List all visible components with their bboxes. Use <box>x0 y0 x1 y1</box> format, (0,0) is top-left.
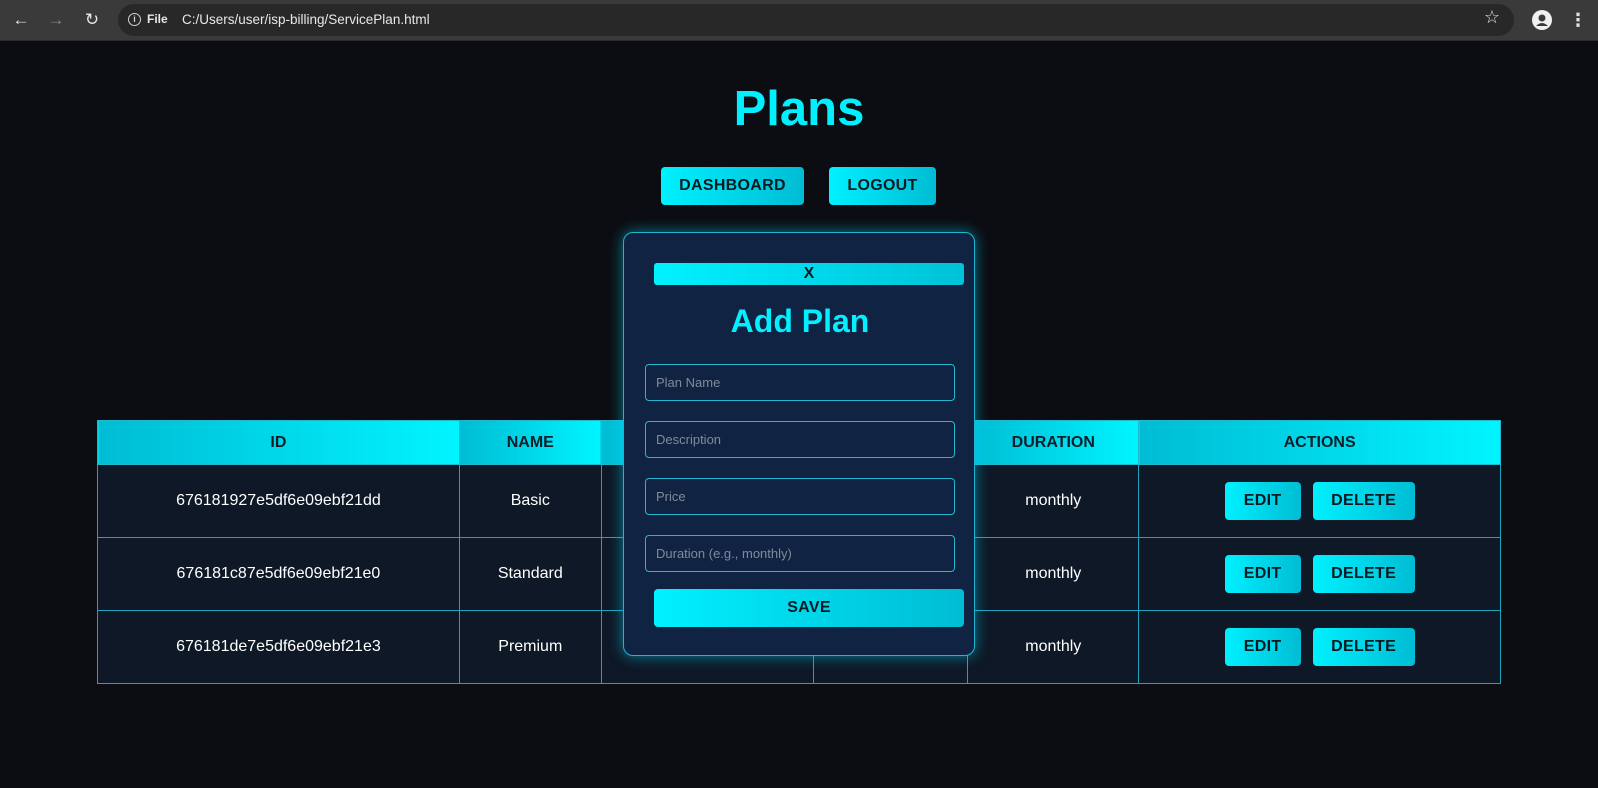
reload-icon[interactable]: ↻ <box>78 6 106 34</box>
edit-button[interactable]: EDIT <box>1224 628 1301 666</box>
cell-duration: monthly <box>967 610 1140 684</box>
save-button[interactable]: SAVE <box>654 589 964 627</box>
column-header-actions: ACTIONS <box>1138 420 1501 465</box>
info-icon[interactable]: i <box>128 13 141 26</box>
edit-button[interactable]: EDIT <box>1224 482 1301 520</box>
cell-id: 676181de7e5df6e09ebf21e3 <box>97 610 460 684</box>
column-header-name: NAME <box>458 420 602 465</box>
back-icon[interactable]: ← <box>7 6 35 34</box>
cell-actions: EDIT DELETE <box>1138 610 1501 684</box>
plan-name-input[interactable] <box>645 364 955 401</box>
forward-icon[interactable]: → <box>42 6 70 34</box>
url-text[interactable]: C:/Users/user/isp-billing/ServicePlan.ht… <box>182 12 430 27</box>
cell-name: Premium <box>458 610 602 684</box>
delete-button[interactable]: DELETE <box>1312 555 1415 593</box>
cell-duration: monthly <box>967 537 1140 611</box>
cell-duration: monthly <box>967 464 1140 538</box>
duration-input[interactable] <box>645 535 955 572</box>
delete-button[interactable]: DELETE <box>1312 482 1415 520</box>
edit-button[interactable]: EDIT <box>1224 555 1301 593</box>
bookmark-star-icon[interactable]: ☆ <box>1481 6 1503 28</box>
file-chip-label: File <box>147 12 168 26</box>
menu-kebab-icon[interactable]: ⋮ <box>1569 8 1587 32</box>
cell-id: 676181c87e5df6e09ebf21e0 <box>97 537 460 611</box>
cell-actions: EDIT DELETE <box>1138 537 1501 611</box>
description-input[interactable] <box>645 421 955 458</box>
browser-toolbar: ← → ↻ i File C:/Users/user/isp-billing/S… <box>0 0 1598 41</box>
page-content: Plans DASHBOARD LOGOUT ID NAME DURATION … <box>0 41 1598 788</box>
page-title: Plans <box>733 82 865 136</box>
close-modal-button[interactable]: X <box>654 263 964 285</box>
cell-actions: EDIT DELETE <box>1138 464 1501 538</box>
price-input[interactable] <box>645 478 955 515</box>
profile-icon[interactable] <box>1530 8 1554 32</box>
logout-button[interactable]: LOGOUT <box>829 167 936 205</box>
column-header-duration: DURATION <box>967 420 1140 465</box>
dashboard-button[interactable]: DASHBOARD <box>661 167 804 205</box>
address-bar[interactable]: i File C:/Users/user/isp-billing/Service… <box>118 4 1514 36</box>
cell-name: Standard <box>458 537 602 611</box>
add-plan-modal: X Add Plan SAVE <box>623 232 975 656</box>
column-header-id: ID <box>97 420 460 465</box>
delete-button[interactable]: DELETE <box>1312 628 1415 666</box>
cell-name: Basic <box>458 464 602 538</box>
modal-title: Add Plan <box>730 303 870 339</box>
cell-id: 676181927e5df6e09ebf21dd <box>97 464 460 538</box>
